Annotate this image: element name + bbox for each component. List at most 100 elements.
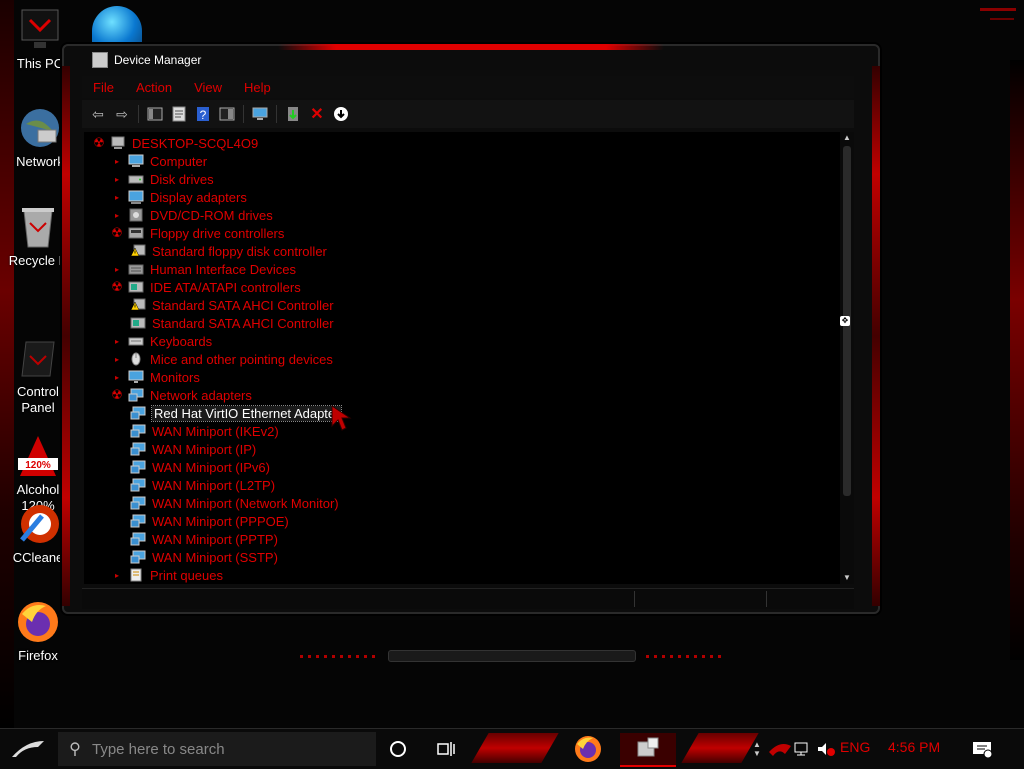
tree-node-label: Standard floppy disk controller [152, 243, 327, 259]
tree-category[interactable]: ☢ Network adapters [110, 386, 252, 404]
tree-category[interactable]: ☢ Floppy drive controllers [110, 224, 284, 242]
tree-node-label: Keyboards [150, 333, 213, 349]
tree-node-label: WAN Miniport (PPPOE) [152, 513, 289, 529]
uninstall-device-icon[interactable]: ✕ [307, 104, 327, 124]
notifications-icon[interactable] [968, 733, 996, 765]
disable-device-icon[interactable] [331, 104, 351, 124]
network-adapter-icon [130, 514, 146, 528]
keyboard-icon [128, 334, 144, 348]
tree-device[interactable]: WAN Miniport (IKEv2) [130, 422, 279, 440]
network-adapter-icon [130, 496, 146, 510]
back-arrow-icon[interactable]: ⇦ [88, 104, 108, 124]
tree-category[interactable]: ▸ Computer [110, 152, 207, 170]
expand-arrow-icon[interactable]: ▸ [110, 337, 124, 346]
status-bar [82, 588, 854, 609]
help-icon[interactable]: ? [193, 104, 213, 124]
device-tree[interactable]: ☢ DESKTOP-SCQL4O9 ▸ Computer ▸ Disk drives ▸… [84, 132, 840, 584]
tree-category[interactable]: ▸ Keyboards [110, 332, 212, 350]
collapse-icon[interactable]: ☢ [110, 387, 124, 403]
network-tray-icon[interactable] [790, 733, 814, 765]
tree-device[interactable]: WAN Miniport (Network Monitor) [130, 494, 339, 512]
tree-device[interactable]: Standard SATA AHCI Controller [130, 314, 334, 332]
wallpaper-line [990, 18, 1014, 20]
computer-icon [110, 136, 126, 150]
scroll-down-arrow-icon[interactable]: ▼ [840, 572, 854, 584]
task-view-icon[interactable] [430, 733, 462, 765]
taskbar-device-manager-icon[interactable] [620, 733, 676, 767]
tree-root-label: DESKTOP-SCQL4O9 [132, 135, 259, 151]
menu-help[interactable]: Help [233, 80, 282, 95]
menu-action[interactable]: Action [125, 80, 183, 95]
toolbar: ⇦ ⇨ ? ✕ [82, 100, 854, 128]
tree-category[interactable]: ▸ Display adapters [110, 188, 247, 206]
resize-cursor-icon: ✥ [840, 316, 850, 326]
tree-category[interactable]: ▸ Mice and other pointing devices [110, 350, 333, 368]
expand-arrow-icon[interactable]: ▸ [110, 571, 124, 580]
expand-arrow-icon[interactable]: ▸ [110, 193, 124, 202]
status-divider [634, 591, 635, 607]
expand-arrow-icon[interactable]: ▸ [110, 373, 124, 382]
collapse-icon[interactable]: ☢ [110, 279, 124, 295]
monitor-icon[interactable] [250, 104, 270, 124]
start-button[interactable] [0, 729, 56, 769]
menu-bar: File Action View Help [82, 76, 854, 98]
tree-node-label: Standard SATA AHCI Controller [152, 297, 334, 313]
device-manager-icon [92, 52, 108, 68]
action-pane-icon[interactable] [217, 104, 237, 124]
ccleaner-icon [16, 502, 60, 546]
menu-file[interactable]: File [82, 80, 125, 95]
tree-category[interactable]: ▸ Human Interface Devices [110, 260, 296, 278]
network-adapter-icon [130, 406, 146, 420]
expand-arrow-icon[interactable]: ▸ [110, 175, 124, 184]
expand-arrow-icon[interactable]: ▸ [110, 211, 124, 220]
taskbar-firefox-icon[interactable] [570, 733, 606, 765]
tree-category[interactable]: ▸ Monitors [110, 368, 200, 386]
tree-node-label: DVD/CD-ROM drives [150, 207, 273, 223]
volume-muted-icon[interactable] [814, 733, 838, 765]
update-driver-icon[interactable] [283, 104, 303, 124]
tree-category[interactable]: ▸ Disk drives [110, 170, 214, 188]
tree-node-label: WAN Miniport (IPv6) [152, 459, 270, 475]
tree-device[interactable]: Standard SATA AHCI Controller [130, 296, 334, 314]
tree-root[interactable]: ☢ DESKTOP-SCQL4O9 [92, 134, 258, 152]
tree-category[interactable]: ☢ IDE ATA/ATAPI controllers [110, 278, 301, 296]
vertical-scrollbar[interactable]: ▲ ▼ [840, 132, 854, 584]
properties-icon[interactable] [169, 104, 189, 124]
wallpaper-line [980, 8, 1016, 11]
clock-time[interactable]: 4:56 PM [888, 739, 940, 755]
tree-device[interactable]: Standard floppy disk controller [130, 242, 327, 260]
toolbar-separator [243, 105, 244, 123]
cortana-icon[interactable] [382, 733, 414, 765]
edge-icon[interactable] [92, 6, 142, 46]
tree-device[interactable]: WAN Miniport (PPPOE) [130, 512, 289, 530]
language-indicator[interactable]: ENG [840, 739, 870, 755]
toolbar-separator [138, 105, 139, 123]
tree-node-label: WAN Miniport (IP) [152, 441, 257, 457]
tree-device[interactable]: Red Hat VirtIO Ethernet Adapter [130, 404, 343, 422]
tree-device[interactable]: WAN Miniport (PPTP) [130, 530, 278, 548]
forward-arrow-icon[interactable]: ⇨ [112, 104, 132, 124]
tree-device[interactable]: WAN Miniport (IPv6) [130, 458, 270, 476]
tree-device[interactable]: WAN Miniport (IP) [130, 440, 256, 458]
collapse-icon[interactable]: ☢ [110, 225, 124, 241]
tree-device[interactable]: WAN Miniport (SSTP) [130, 548, 278, 566]
taskbar-search-box[interactable]: ⚲ Type here to search [58, 732, 376, 766]
menu-view[interactable]: View [183, 80, 233, 95]
tree-category[interactable]: ▸ Print queues [110, 566, 223, 584]
network-adapter-icon [130, 442, 146, 456]
scroll-up-arrow-icon[interactable]: ▲ [840, 132, 854, 144]
device-manager-window[interactable]: Device Manager File Action View Help ⇦ ⇨… [62, 44, 880, 614]
window-titlebar[interactable]: Device Manager [92, 50, 201, 70]
dvd-drive-icon [128, 208, 144, 222]
show-hide-console-tree-icon[interactable] [145, 104, 165, 124]
collapse-icon[interactable]: ☢ [92, 135, 106, 151]
tree-category[interactable]: ▸ DVD/CD-ROM drives [110, 206, 273, 224]
taskbar-scroll-icon[interactable]: ▲ ▼ [750, 733, 764, 765]
tree-device[interactable]: WAN Miniport (L2TP) [130, 476, 275, 494]
expand-arrow-icon[interactable]: ▸ [110, 157, 124, 166]
ide-controller-icon [130, 316, 146, 330]
expand-arrow-icon[interactable]: ▸ [110, 265, 124, 274]
expand-arrow-icon[interactable]: ▸ [110, 355, 124, 364]
warning-device-icon [130, 244, 146, 258]
taskbar-decoration [681, 733, 759, 763]
